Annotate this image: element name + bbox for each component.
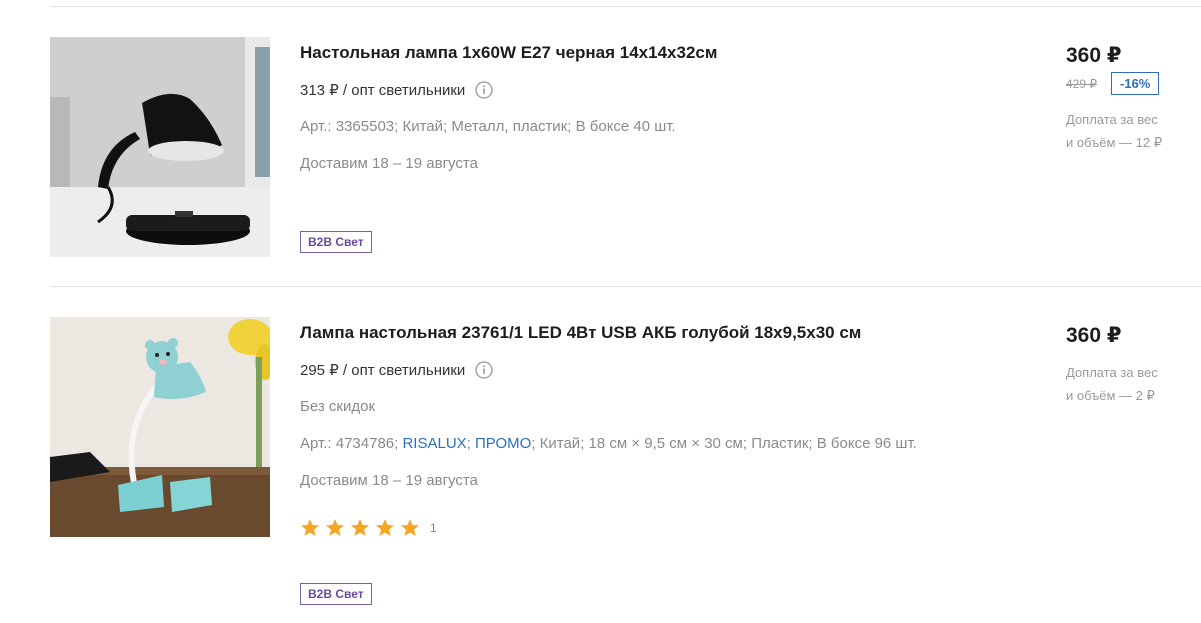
product-divider <box>50 286 1201 287</box>
article-prefix: Арт.: 4734786; <box>300 435 399 452</box>
product-2-title[interactable]: Лампа настольная 23761/1 LED 4Вт USB АКБ… <box>300 323 861 343</box>
star-icon <box>376 519 394 536</box>
star-icon <box>301 519 319 536</box>
review-count[interactable]: 1 <box>430 521 437 535</box>
extra-fee-line1: Доплата за вес <box>1066 365 1158 380</box>
product-1-title[interactable]: Настольная лампа 1x60W E27 черная 14x14x… <box>300 43 717 63</box>
product-2-price: 360 ₽ <box>1066 324 1122 347</box>
product-2-no-discount: Без скидок <box>300 398 375 415</box>
info-icon[interactable] <box>475 81 493 99</box>
extra-fee-line2: и объём — 2 ₽ <box>1066 388 1155 403</box>
product-1-delivery: Доставим 18 – 19 августа <box>300 155 478 172</box>
star-icon <box>326 519 344 536</box>
product-2-rating[interactable]: 1 <box>300 518 437 538</box>
promo-link[interactable]: ПРОМО <box>475 435 531 452</box>
product-1-discount-badge: -16% <box>1111 72 1160 95</box>
product-2-image[interactable] <box>50 317 270 537</box>
product-1-old-price: 429 ₽ <box>1066 77 1097 91</box>
top-divider <box>50 6 1201 7</box>
product-1-price: 360 ₽ <box>1066 44 1122 67</box>
black-desk-lamp-photo <box>50 37 270 257</box>
wholesale-text: 313 ₽ / опт светильники <box>300 82 466 99</box>
brand-link[interactable]: RISALUX <box>402 435 466 452</box>
product-2-wholesale: 295 ₽ / опт светильники <box>300 361 493 379</box>
product-1-extra-fee: Доплата за вес и объём — 12 ₽ <box>1066 108 1196 154</box>
star-icon <box>401 519 419 536</box>
product-2-delivery: Доставим 18 – 19 августа <box>300 472 478 489</box>
product-1-wholesale: 313 ₽ / опт светильники <box>300 81 493 99</box>
article-rest: ; Китай; 18 см × 9,5 см × 30 см; Пластик… <box>531 435 917 452</box>
product-2-article: Арт.: 4734786; RISALUX; ПРОМО; Китай; 18… <box>300 435 917 452</box>
product-1-article: Арт.: 3365503; Китай; Металл, пластик; В… <box>300 118 676 135</box>
article-sep: ; <box>466 435 471 452</box>
extra-fee-line1: Доплата за вес <box>1066 112 1158 127</box>
product-2-extra-fee: Доплата за вес и объём — 2 ₽ <box>1066 361 1196 407</box>
info-icon[interactable] <box>475 361 493 379</box>
product-1-seller-badge[interactable]: B2B Свет <box>300 231 372 253</box>
product-1-image[interactable] <box>50 37 270 257</box>
star-icon <box>351 519 369 536</box>
product-2-seller-badge[interactable]: B2B Свет <box>300 583 372 605</box>
wholesale-text: 295 ₽ / опт светильники <box>300 362 466 379</box>
blue-bear-lamp-photo <box>50 317 270 537</box>
extra-fee-line2: и объём — 12 ₽ <box>1066 135 1162 150</box>
